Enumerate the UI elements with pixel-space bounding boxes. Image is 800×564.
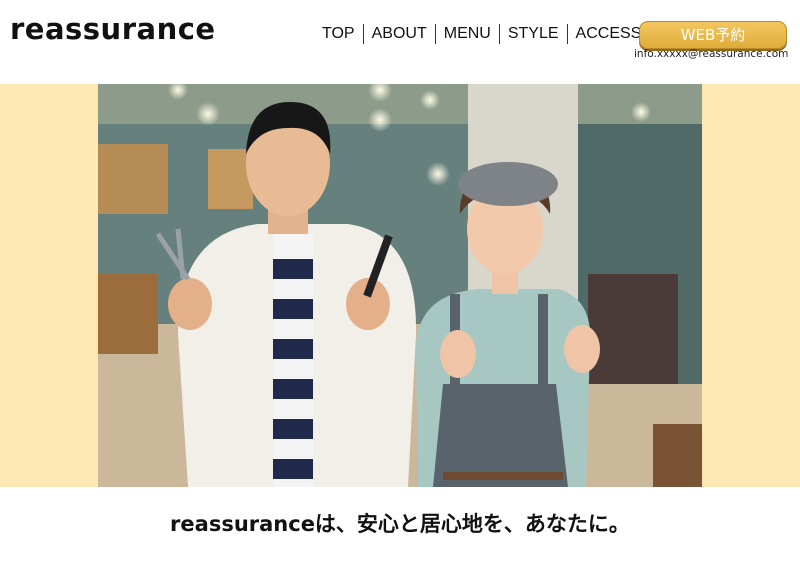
salon-stylists-photo (98, 84, 702, 487)
nav-menu[interactable]: MENU (434, 24, 499, 44)
nav-about[interactable]: ABOUT (362, 24, 435, 44)
nav-access[interactable]: ACCESS (566, 24, 650, 44)
site-header: reassurance TOP ABOUT MENU STYLE ACCESS … (0, 0, 800, 84)
site-logo[interactable]: reassurance (10, 12, 216, 46)
web-reservation-button[interactable]: WEB予約 (639, 21, 787, 49)
nav-style[interactable]: STYLE (498, 24, 567, 44)
main-nav: TOP ABOUT MENU STYLE ACCESS (314, 24, 649, 44)
tagline: reassuranceは、安心と居心地を、あなたに。 (170, 512, 630, 536)
nav-top[interactable]: TOP (314, 24, 363, 44)
contact-email[interactable]: info.xxxxx@reassurance.com (634, 48, 788, 60)
hero-photo (98, 84, 702, 487)
